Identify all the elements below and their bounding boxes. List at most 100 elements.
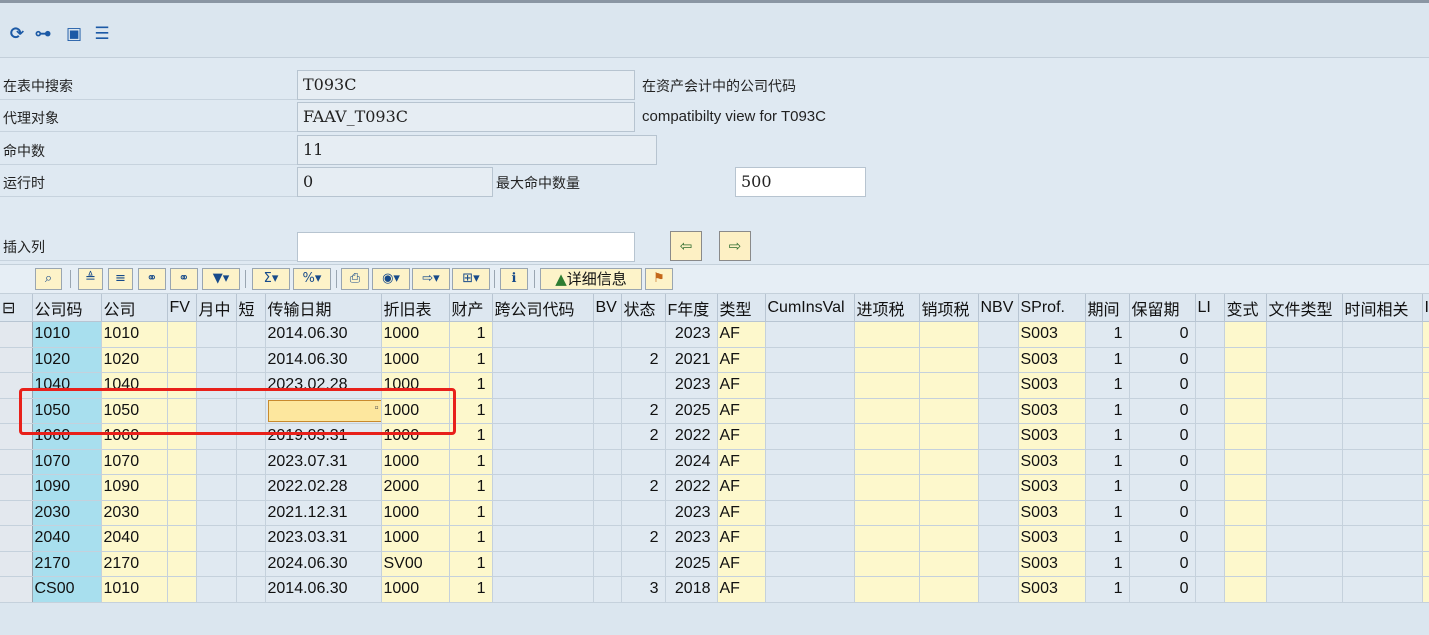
fv-cell[interactable] [167,347,197,373]
fiscal-year-cell[interactable]: 2021 [665,347,718,373]
variant-cell[interactable] [1224,474,1267,501]
mid-month-cell[interactable] [196,551,237,577]
row-selector[interactable] [0,372,33,399]
table-row[interactable]: 2030 2030 2021.12.31 1000 1 2023 AF S003 1 0 [0,500,1429,526]
output-tax-cell[interactable] [919,474,979,501]
input-tax-cell[interactable] [854,474,920,501]
asset-cell[interactable]: 1 [449,321,493,348]
output-tax-cell[interactable] [919,551,979,577]
output-tax-cell[interactable] [919,398,979,424]
hits-field[interactable]: 11 [297,135,657,165]
bv-cell[interactable] [593,474,622,501]
fv-cell[interactable] [167,474,197,501]
asset-cell[interactable]: 1 [449,551,493,577]
cuminsval-cell[interactable] [765,576,855,603]
status-cell[interactable] [621,500,666,526]
period-cell[interactable]: 1 [1085,398,1130,424]
time-dep-cell[interactable] [1342,551,1423,577]
company-cell[interactable]: 1010 [101,321,168,348]
cuminsval-cell[interactable] [765,423,855,450]
column-header[interactable]: LI [1195,294,1225,322]
transfer-date-cell[interactable]: 2023.03.31 [265,525,382,552]
cuminsval-cell[interactable] [765,372,855,399]
nbv-cell[interactable] [978,576,1019,603]
period-cell[interactable]: 1 [1085,423,1130,450]
column-header[interactable]: 月中 [196,294,237,322]
export-button[interactable]: ⇨▾ [412,268,450,290]
period-cell[interactable]: 1 [1085,372,1130,399]
row-selector[interactable] [0,347,33,373]
dep-chart-cell[interactable]: 2000 [381,474,450,501]
cuminsval-cell[interactable] [765,500,855,526]
fv-cell[interactable] [167,500,197,526]
output-tax-cell[interactable] [919,347,979,373]
transfer-date-cell[interactable]: 2014.06.30 [265,347,382,373]
views-button[interactable]: ◉▾ [372,268,410,290]
input-tax-cell[interactable] [854,576,920,603]
bv-cell[interactable] [593,347,622,373]
bv-cell[interactable] [593,576,622,603]
period-cell[interactable]: 1 [1085,474,1130,501]
short-cell[interactable] [236,500,266,526]
select-all-icon[interactable]: ⊟ [0,294,33,322]
fiscal-year-cell[interactable]: 2023 [665,525,718,552]
row-selector[interactable] [0,500,33,526]
company-code-cell[interactable]: 2040 [32,525,102,552]
type-cell[interactable]: AF [717,347,766,373]
column-header[interactable]: 跨公司代码 [492,294,594,322]
time-dep-cell[interactable] [1342,321,1423,348]
cuminsval-cell[interactable] [765,525,855,552]
runtime-field[interactable]: 0 [297,167,493,197]
asset-cell[interactable]: 1 [449,576,493,603]
cross-company-cell[interactable] [492,321,594,348]
output-tax-cell[interactable] [919,500,979,526]
retention-cell[interactable]: 0 [1129,372,1196,399]
status-cell[interactable]: 3 [621,576,666,603]
li-cell[interactable] [1195,525,1225,552]
column-header[interactable]: 销项税 [919,294,979,322]
cross-company-cell[interactable] [492,423,594,450]
input-tax-cell[interactable] [854,347,920,373]
refresh-icon[interactable]: ⟳ [6,23,28,45]
max-hits-input[interactable]: 500 [735,167,866,197]
short-cell[interactable] [236,449,266,475]
sprof-cell[interactable]: S003 [1018,347,1086,373]
fv-cell[interactable] [167,321,197,348]
doc-type-cell[interactable] [1266,474,1343,501]
time-dep-cell[interactable] [1342,474,1423,501]
bv-cell[interactable] [593,551,622,577]
doc-type-cell[interactable] [1266,576,1343,603]
transfer-date-cell[interactable]: 2021.12.31 [265,500,382,526]
transfer-date-cell[interactable]: 2019.03.31 [265,423,382,450]
fiscal-year-cell[interactable]: 2023 [665,500,718,526]
row-selector[interactable] [0,525,33,552]
column-header[interactable]: F年度 [665,294,718,322]
column-header[interactable]: 折旧表 [381,294,450,322]
bv-cell[interactable] [593,321,622,348]
sort-ascending-button[interactable]: ≜ [78,268,103,290]
find-next-button[interactable]: ⚭ [170,268,198,290]
company-cell[interactable]: 1070 [101,449,168,475]
column-header[interactable]: 公司 [101,294,168,322]
company-cell[interactable]: 2030 [101,500,168,526]
row-selector[interactable] [0,474,33,501]
period-cell[interactable]: 1 [1085,321,1130,348]
nbv-cell[interactable] [978,423,1019,450]
bv-cell[interactable] [593,398,622,424]
fv-cell[interactable] [167,551,197,577]
bv-cell[interactable] [593,500,622,526]
type-cell[interactable]: AF [717,474,766,501]
fiscal-year-cell[interactable]: 2022 [665,474,718,501]
nbv-cell[interactable] [978,525,1019,552]
retention-cell[interactable]: 0 [1129,551,1196,577]
dep-chart-cell[interactable]: 1000 [381,398,450,424]
period-cell[interactable]: 1 [1085,576,1130,603]
info-button[interactable]: ℹ [500,268,528,290]
tree-icon[interactable]: ⊶ [32,23,54,45]
li-cell[interactable] [1195,474,1225,501]
li-cell[interactable] [1195,398,1225,424]
li-cell[interactable] [1195,321,1225,348]
cross-company-cell[interactable] [492,347,594,373]
company-cell[interactable]: 2040 [101,525,168,552]
type-cell[interactable]: AF [717,449,766,475]
